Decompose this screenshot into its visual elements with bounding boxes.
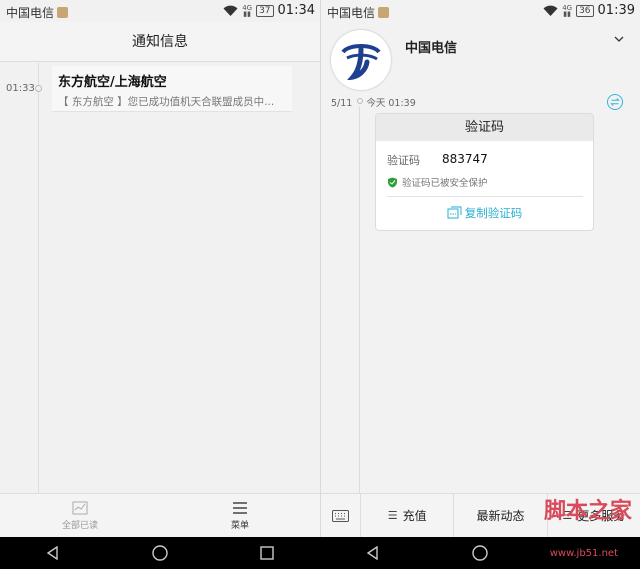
timeline-dot	[35, 85, 42, 92]
code-label: 验证码	[387, 154, 420, 167]
message-date: 5/11	[331, 98, 353, 109]
carrier-label: 中国电信	[6, 4, 69, 21]
safe-note: 验证码已被安全保护	[387, 175, 488, 189]
mark-read-icon	[72, 501, 88, 514]
wifi-icon	[543, 5, 558, 16]
recents-icon[interactable]	[260, 546, 274, 560]
battery-indicator: 36	[576, 4, 594, 17]
menu-label: 菜单	[230, 520, 249, 531]
status-bar: 中国电信 4G ▮▮ 36 01:39	[321, 0, 640, 22]
safe-note-text: 验证码已被安全保护	[402, 178, 488, 189]
clock: 01:34	[277, 3, 315, 18]
back-icon[interactable]	[366, 546, 380, 560]
menu-button[interactable]: 菜单	[160, 494, 320, 537]
verification-card: 验证码 验证码 883747 验证码已被安全保护 复制验证码	[375, 113, 594, 231]
keyboard-icon	[332, 509, 349, 522]
message-time: 01:33	[6, 83, 35, 94]
mark-all-read-button[interactable]: 全部已读	[0, 494, 160, 537]
news-menu-button[interactable]: 最新动态	[454, 493, 548, 537]
news-label: 最新动态	[476, 509, 525, 523]
sender-name: 中国电信	[405, 41, 458, 56]
message-snippet: 【 东方航空 】您已成功值机天合联盟成员中...	[58, 96, 275, 108]
message-timestamp: 今天 01:39	[366, 98, 416, 109]
home-icon[interactable]	[472, 545, 488, 561]
nav-group-left	[0, 537, 320, 569]
divider	[387, 196, 583, 197]
watermark-text: 脚本之家	[543, 498, 632, 524]
carrier-label: 中国电信	[327, 4, 390, 21]
card-title: 验证码	[376, 114, 593, 141]
signal-icon: 4G ▮▮	[242, 3, 253, 18]
watermark-url: www.jb51.net	[549, 548, 618, 559]
shield-icon	[388, 177, 397, 187]
recharge-label: 充值	[402, 509, 427, 523]
copy-icon	[447, 206, 462, 219]
home-icon[interactable]	[152, 545, 168, 561]
swap-icon[interactable]	[607, 94, 623, 110]
status-bar: 中国电信 4G ▮▮ 37 01:34	[0, 0, 320, 22]
copy-code-button[interactable]: 复制验证码	[376, 205, 593, 221]
wifi-icon	[223, 5, 238, 16]
message-sender: 东方航空/上海航空	[58, 75, 167, 90]
app-badge-icon	[57, 7, 69, 18]
sender-avatar[interactable]	[331, 30, 391, 90]
keyboard-toggle-button[interactable]	[321, 493, 361, 537]
timeline-line	[359, 106, 360, 493]
chevron-down-icon[interactable]	[614, 34, 624, 44]
verification-code: 883747	[442, 152, 488, 166]
app-badge-icon	[378, 7, 390, 18]
message-item[interactable]: 东方航空/上海航空 【 东方航空 】您已成功值机天合联盟成员中...	[52, 66, 292, 112]
menu-icon	[233, 501, 247, 514]
system-nav-bar	[0, 537, 640, 569]
menu-icon: ☰	[387, 509, 398, 522]
timeline-line	[38, 63, 39, 493]
copy-code-label: 复制验证码	[464, 206, 523, 220]
clock: 01:39	[597, 3, 635, 18]
recharge-menu-button[interactable]: ☰ 充值	[361, 493, 455, 537]
date-row: 5/11 今天 01:39	[331, 95, 416, 109]
conversation-screen: 中国电信 4G ▮▮ 36 01:39 中国电信 5/11 今天 01:39 验证码…	[320, 0, 640, 537]
bottom-bar: 全部已读 菜单	[0, 493, 320, 537]
battery-indicator: 37	[256, 4, 274, 17]
page-title: 通知信息	[0, 22, 320, 62]
timeline-dot	[357, 98, 363, 104]
notification-screen: 中国电信 4G ▮▮ 37 01:34 通知信息 01:33 东方航空/上海航空 …	[0, 0, 320, 537]
mark-all-read-label: 全部已读	[61, 520, 98, 531]
signal-icon: 4G ▮▮	[562, 3, 573, 18]
back-icon[interactable]	[46, 546, 60, 560]
china-telecom-logo-icon	[341, 44, 381, 80]
